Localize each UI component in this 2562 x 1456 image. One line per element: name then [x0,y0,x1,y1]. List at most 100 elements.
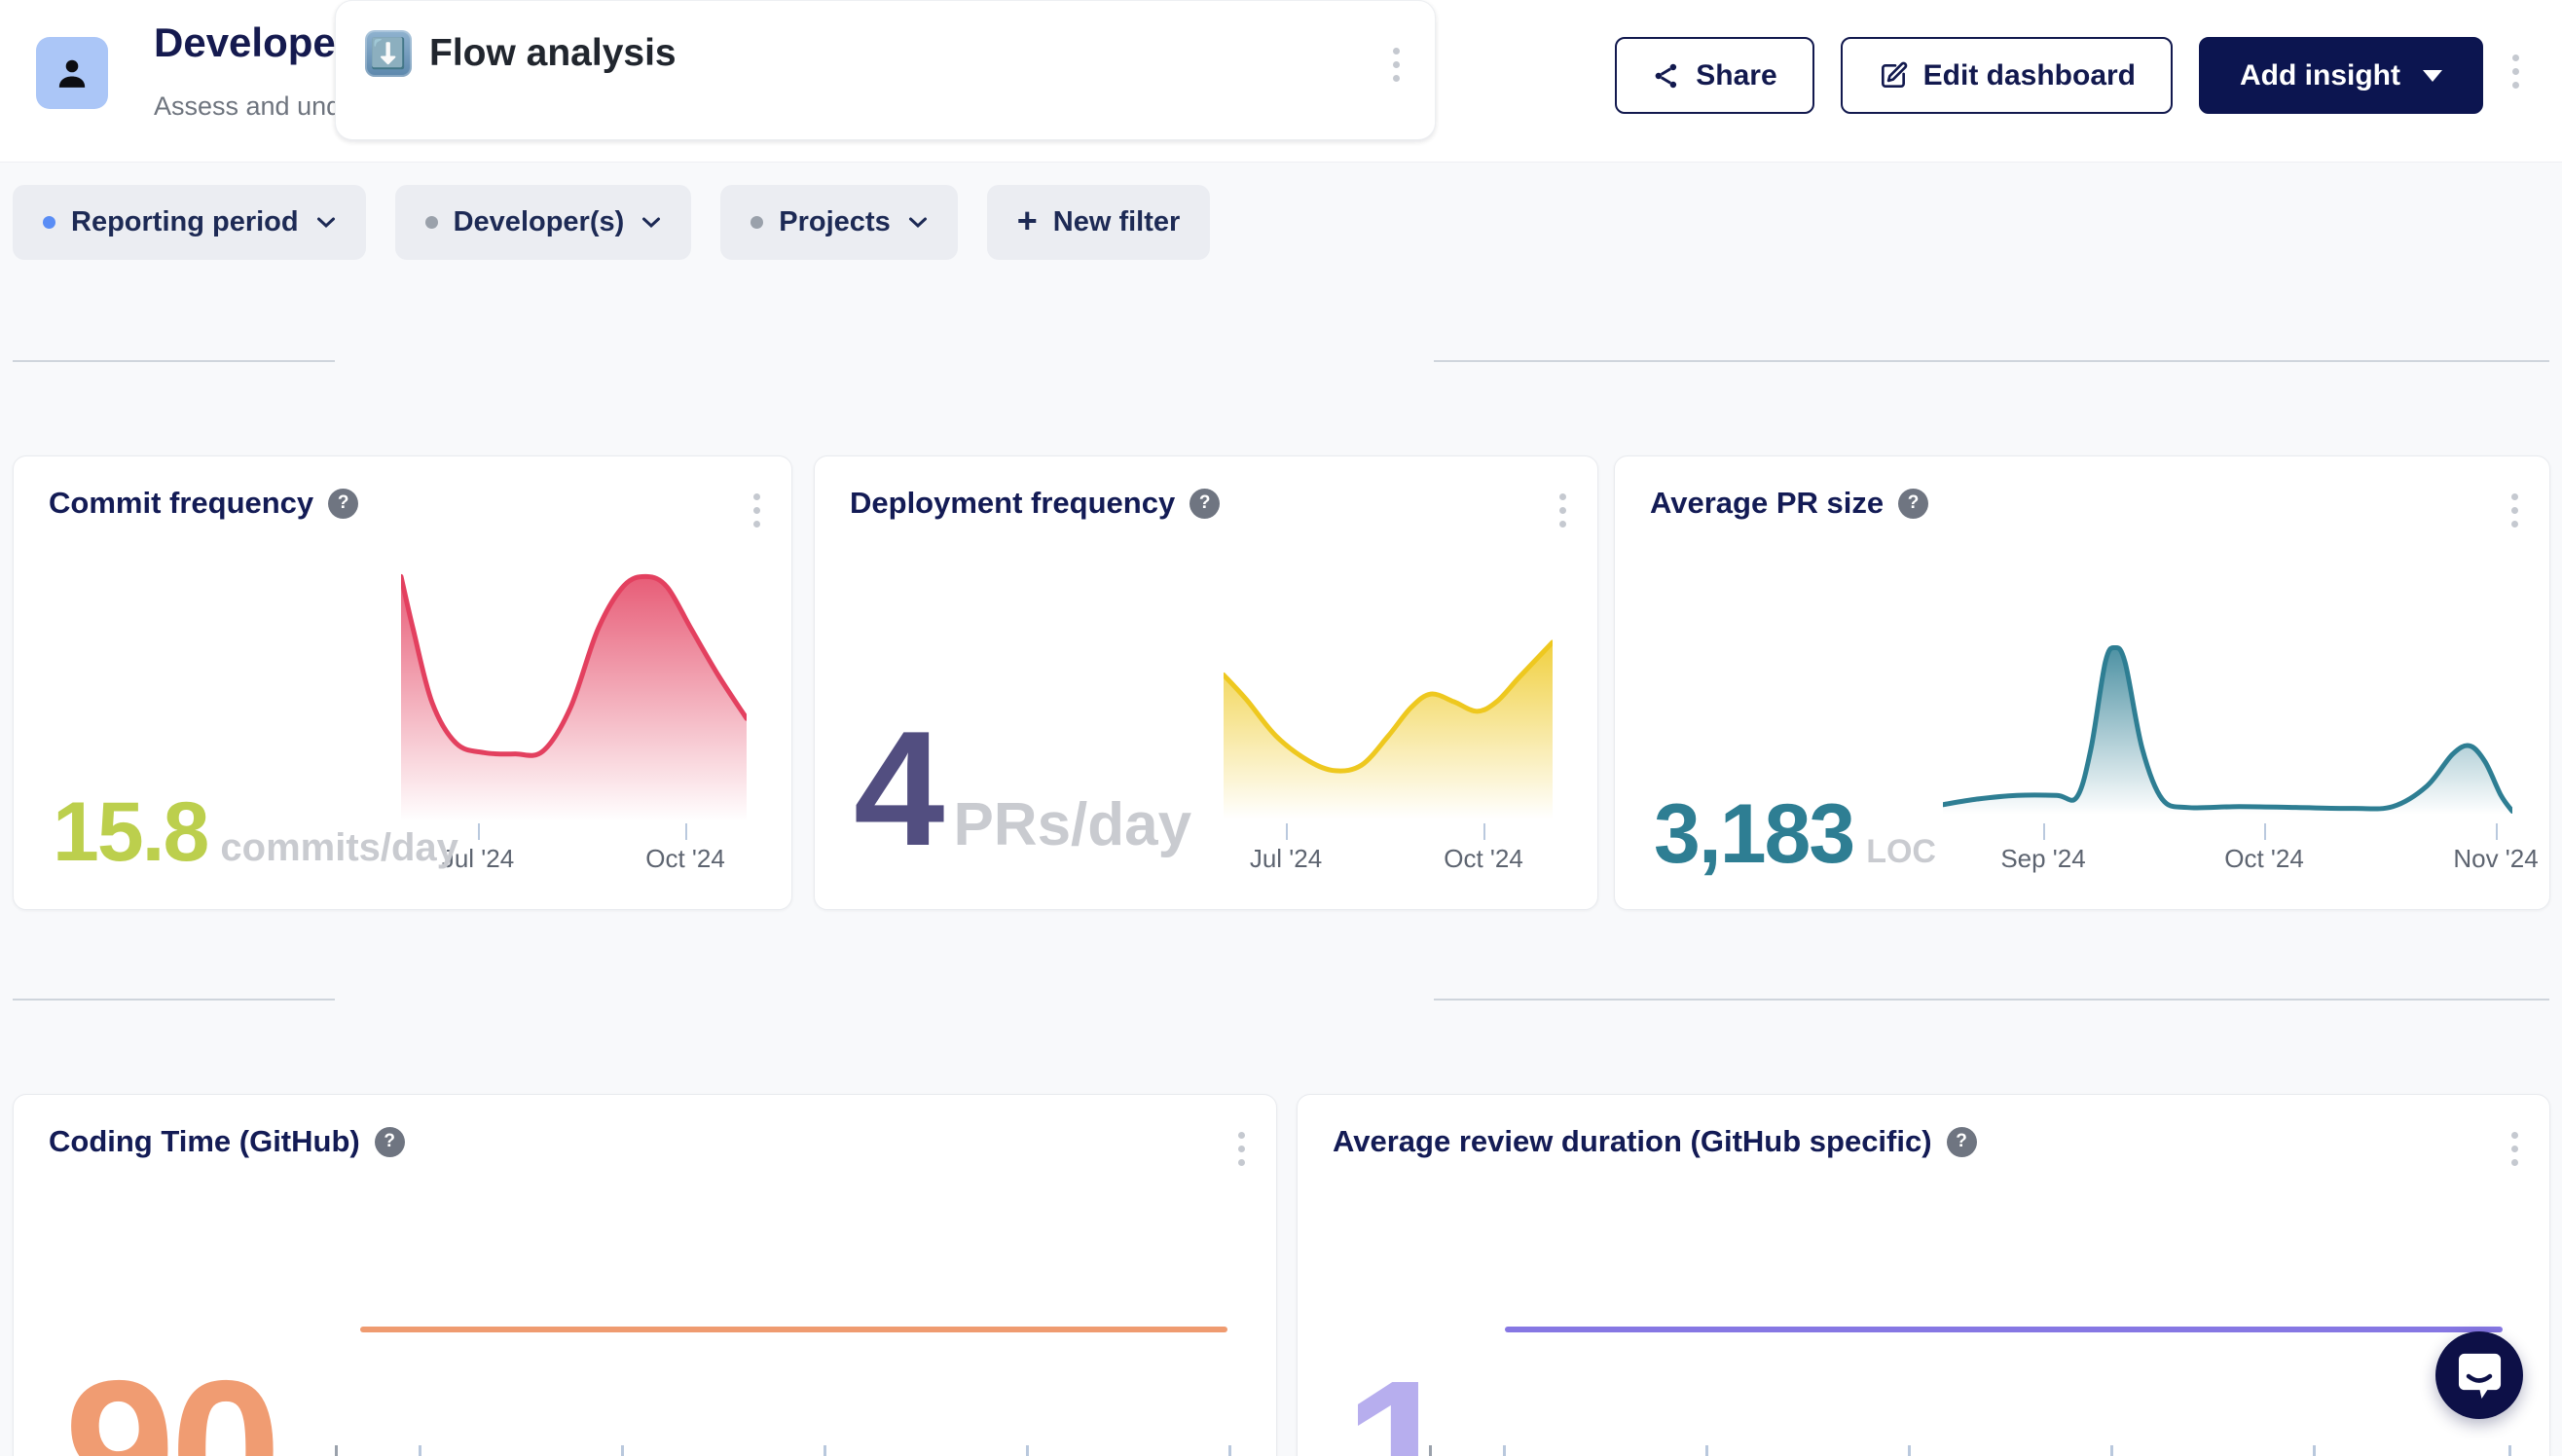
metric-unit: LOC [1866,833,1936,871]
card-average-pr-size: Average PR size ? Sep '24Oct '24Nov '24 … [1614,455,2550,910]
x-tick-label: Nov '24 [2453,844,2538,874]
kebab-dot [1559,507,1566,514]
help-icon[interactable]: ? [375,1127,405,1157]
filter-dot [750,216,763,229]
header-actions: Share Edit dashboard Add insight [1615,37,2483,114]
review-duration-flatline-chart [1505,1327,2503,1332]
coding-time-flatline-chart [360,1327,1227,1332]
caret-down-icon [2423,70,2442,82]
edit-dashboard-button[interactable]: Edit dashboard [1841,37,2173,114]
x-tick-mark [1228,1445,1231,1456]
kebab-dot [2511,1132,2518,1139]
help-icon[interactable]: ? [328,489,358,519]
add-insight-label: Add insight [2240,59,2400,92]
x-tick-mark [621,1445,624,1456]
card-header: Coding Time (GitHub) ? [49,1124,405,1159]
section-divider [13,999,335,1001]
card-kebab-menu[interactable] [1234,1128,1249,1170]
metric-value: 4 [854,707,940,870]
kebab-dot [2511,507,2518,514]
kebab-dot [2512,82,2519,89]
x-tick-mark [2313,1445,2316,1456]
card-coding-time: Coding Time (GitHub) ? 90 [13,1094,1277,1456]
x-tick-mark [2110,1445,2113,1456]
kebab-dot [753,507,760,514]
x-tick-mark [419,1445,421,1456]
deployment-frequency-sparkline [1224,637,1553,828]
metric-unit: commits/day [220,826,458,870]
filter-projects[interactable]: Projects [720,185,957,260]
filter-developers[interactable]: Developer(s) [395,185,692,260]
add-insight-button[interactable]: Add insight [2199,37,2483,114]
x-tick-mark [1483,823,1485,840]
edit-dashboard-label: Edit dashboard [1923,59,2136,92]
card-kebab-menu[interactable] [2507,490,2522,531]
metric-value: 15.8 [53,790,207,874]
share-icon [1652,61,1681,91]
header-kebab-menu[interactable] [2508,51,2523,92]
card-kebab-menu[interactable] [2507,1128,2522,1170]
x-axis: Jul '24 Oct '24 [1224,823,1553,882]
kebab-dot [2512,68,2519,75]
card-header: Deployment frequency ? [850,486,1220,521]
x-tick-label: Oct '24 [645,844,725,874]
chevron-down-icon [641,216,661,229]
help-icon[interactable]: ? [1898,489,1928,519]
chat-bubble-icon [2456,1350,2503,1401]
filter-label: Projects [779,206,890,238]
filter-label: Developer(s) [454,206,625,238]
average-pr-size-sparkline [1943,637,2512,823]
section-divider [13,360,335,362]
x-tick-mark [824,1445,826,1456]
card-title: Deployment frequency [850,486,1175,521]
x-tick-label: Oct '24 [1444,844,1523,874]
card-kebab-menu[interactable] [1556,490,1570,531]
x-tick-mark [2043,823,2045,840]
x-axis: Sep '24Oct '24Nov '24 [1943,823,2512,882]
help-icon[interactable]: ? [1190,489,1220,519]
kebab-dot [2511,1146,2518,1152]
x-axis [14,1445,1276,1456]
x-tick-mark [2496,823,2498,840]
section-kebab-menu[interactable] [1389,44,1404,86]
share-label: Share [1696,59,1776,92]
section-divider [1434,360,2549,362]
metric-value: 3,183 [1654,792,1853,876]
x-tick-mark [1286,823,1288,840]
kebab-dot [1238,1132,1245,1139]
card-title: Average PR size [1650,486,1884,521]
down-arrow-emoji-icon: ⬇️ [365,30,412,77]
x-tick-mark [2264,823,2266,840]
kebab-dot [1238,1159,1245,1166]
kebab-dot [1559,521,1566,528]
metric-readout: 4 PRs/day [854,707,1191,870]
x-tick-label: Jul '24 [1250,844,1322,874]
card-commit-frequency: Commit frequency ? Jul '24Oct '24 15.8 c… [13,455,792,910]
metric-readout: 3,183 LOC [1654,792,1936,876]
new-filter-button[interactable]: + New filter [987,185,1211,260]
card-header: Average PR size ? [1650,486,1928,521]
metric-value: 90 [64,1351,276,1456]
x-tick-mark [1429,1445,1432,1456]
x-tick-label: Oct '24 [2224,844,2304,874]
help-icon[interactable]: ? [1947,1127,1977,1157]
filter-reporting-period[interactable]: Reporting period [13,185,366,260]
kebab-dot [2511,1159,2518,1166]
x-tick-mark [1503,1445,1506,1456]
chat-launcher-button[interactable] [2435,1331,2523,1419]
x-tick-mark [335,1445,338,1456]
metric-value: 1 [1344,1351,1450,1456]
section-header: ⬇️ Flow analysis [336,1,1435,77]
card-header: Average review duration (GitHub specific… [1333,1124,1977,1159]
kebab-dot [2511,493,2518,500]
kebab-dot [753,493,760,500]
metric-readout: 15.8 commits/day [53,790,458,874]
x-tick-mark [1026,1445,1029,1456]
card-title: Coding Time (GitHub) [49,1124,360,1159]
kebab-dot [753,521,760,528]
section-divider [1434,999,2549,1001]
section-flow-analysis: ⬇️ Flow analysis [335,0,1436,140]
share-button[interactable]: Share [1615,37,1813,114]
card-kebab-menu[interactable] [750,490,764,531]
card-header: Commit frequency ? [49,486,358,521]
